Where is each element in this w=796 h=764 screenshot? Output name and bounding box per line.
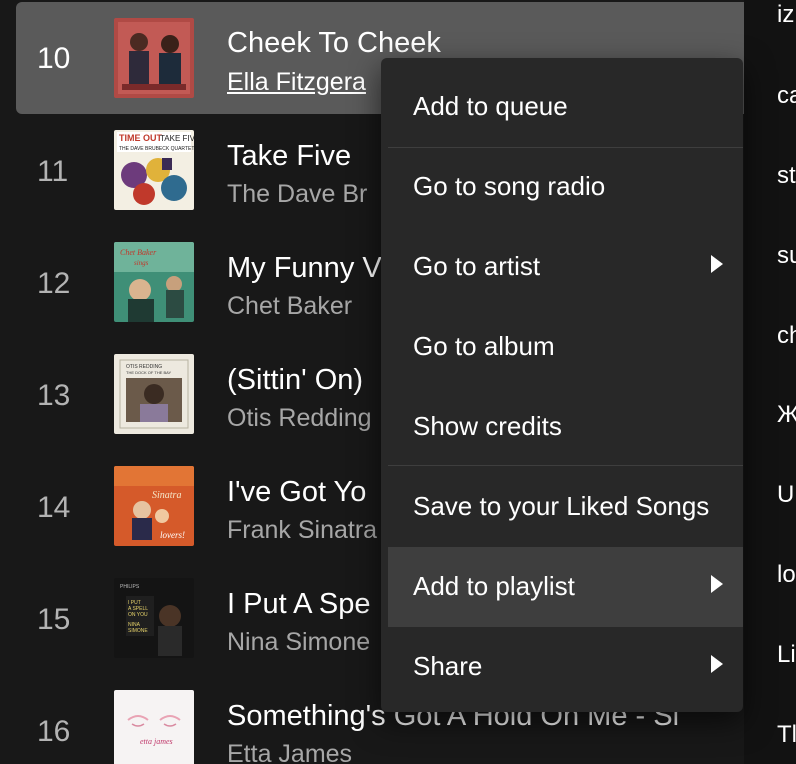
menu-item-add-to-playlist[interactable]: Add to playlist	[388, 547, 743, 627]
right-panel-item[interactable]: su	[777, 244, 796, 268]
album-cover-i-put-a-spell-on-you: PHILIPS I PUT A SPELL ON YOU NINA SIMONE	[114, 578, 194, 658]
svg-text:PHILIPS: PHILIPS	[120, 584, 140, 590]
track-title[interactable]: I've Got Yo	[227, 478, 366, 507]
track-title[interactable]: I Put A Spe	[227, 590, 371, 619]
album-cover-dock-of-the-bay: OTIS REDDING THE DOCK OF THE BAY	[114, 354, 194, 434]
right-panel-item[interactable]: ca	[777, 84, 796, 108]
right-panel-item[interactable]: lo	[777, 563, 796, 587]
album-cover-etta-james: etta james	[114, 690, 194, 764]
menu-item-label: Save to your Liked Songs	[413, 491, 710, 521]
album-cover-chet-baker-sings: Chet Baker sings	[114, 242, 194, 322]
track-number: 14	[37, 491, 71, 524]
menu-item-save-to-liked-songs[interactable]: Save to your Liked Songs	[388, 467, 743, 547]
album-cover-time-out: TIME OUT TAKE FIVE THE DAVE BRUBECK QUAR…	[114, 130, 194, 210]
svg-text:sings: sings	[134, 259, 149, 267]
track-title[interactable]: Take Five	[227, 142, 351, 171]
track-title[interactable]: My Funny V	[227, 254, 382, 283]
track-title[interactable]: (Sittin' On)	[227, 366, 363, 395]
track-number: 10	[37, 42, 71, 75]
right-panel-item[interactable]: Li	[777, 643, 796, 667]
menu-item-label: Go to album	[413, 331, 555, 361]
svg-text:etta james: etta james	[140, 737, 173, 746]
track-number: 12	[37, 267, 71, 300]
album-cover-swingin-lovers: Sinatra lovers!	[114, 466, 194, 546]
track-artist[interactable]: The Dave Br	[227, 182, 367, 207]
svg-text:ON YOU: ON YOU	[128, 612, 148, 618]
track-artist-link[interactable]: Ella Fitzgera	[227, 70, 366, 95]
track-artist[interactable]: Frank Sinatra	[227, 518, 377, 543]
svg-text:THE DAVE BRUBECK QUARTET: THE DAVE BRUBECK QUARTET	[119, 146, 194, 152]
menu-item-label: Go to artist	[413, 251, 541, 281]
svg-text:SIMONE: SIMONE	[128, 628, 148, 634]
menu-divider	[388, 465, 743, 466]
track-number: 11	[37, 155, 69, 188]
menu-item-go-to-album[interactable]: Go to album	[388, 307, 743, 387]
svg-text:lovers!: lovers!	[160, 530, 185, 540]
track-number: 13	[37, 379, 71, 412]
track-number: 15	[37, 603, 71, 636]
menu-item-go-to-song-radio[interactable]: Go to song radio	[388, 147, 743, 227]
menu-item-label: Add to playlist	[413, 571, 575, 601]
menu-item-share[interactable]: Share	[388, 627, 743, 707]
chevron-right-icon	[711, 255, 723, 273]
right-panel-item[interactable]: iz	[777, 3, 794, 27]
track-artist[interactable]: Chet Baker	[227, 294, 352, 319]
right-panel-item[interactable]: st	[777, 164, 796, 188]
right-panel-item[interactable]: Ж	[777, 403, 796, 427]
track-number: 16	[37, 715, 71, 748]
menu-item-go-to-artist[interactable]: Go to artist	[388, 227, 743, 307]
right-panel-item[interactable]: U	[777, 483, 794, 507]
context-menu: Add to queue Go to song radio Go to arti…	[381, 58, 743, 712]
menu-item-show-credits[interactable]: Show credits	[388, 387, 743, 467]
menu-item-add-to-queue[interactable]: Add to queue	[388, 67, 743, 147]
right-panel: iz ca st su ch Ж U lo Li Tl	[744, 0, 796, 764]
menu-item-label: Add to queue	[413, 91, 568, 121]
right-panel-item[interactable]: Tl	[777, 723, 796, 747]
chevron-right-icon	[711, 655, 723, 673]
svg-text:TAKE FIVE: TAKE FIVE	[160, 134, 194, 143]
svg-text:Sinatra: Sinatra	[152, 490, 181, 501]
track-artist[interactable]: Otis Redding	[227, 406, 372, 431]
right-panel-item[interactable]: ch	[777, 324, 796, 348]
svg-text:THE DOCK OF THE BAY: THE DOCK OF THE BAY	[126, 370, 172, 375]
track-artist[interactable]: Etta James	[227, 742, 352, 764]
menu-item-label: Go to song radio	[413, 171, 606, 201]
svg-text:Chet Baker: Chet Baker	[120, 248, 157, 257]
chevron-right-icon	[711, 575, 723, 593]
menu-item-label: Show credits	[413, 411, 562, 441]
track-artist[interactable]: Nina Simone	[227, 630, 370, 655]
album-cover-ella-louis	[114, 18, 194, 98]
track-title[interactable]: Cheek To Cheek	[227, 29, 441, 58]
menu-item-label: Share	[413, 651, 483, 681]
album-art-text: TIME OUT	[119, 133, 162, 143]
